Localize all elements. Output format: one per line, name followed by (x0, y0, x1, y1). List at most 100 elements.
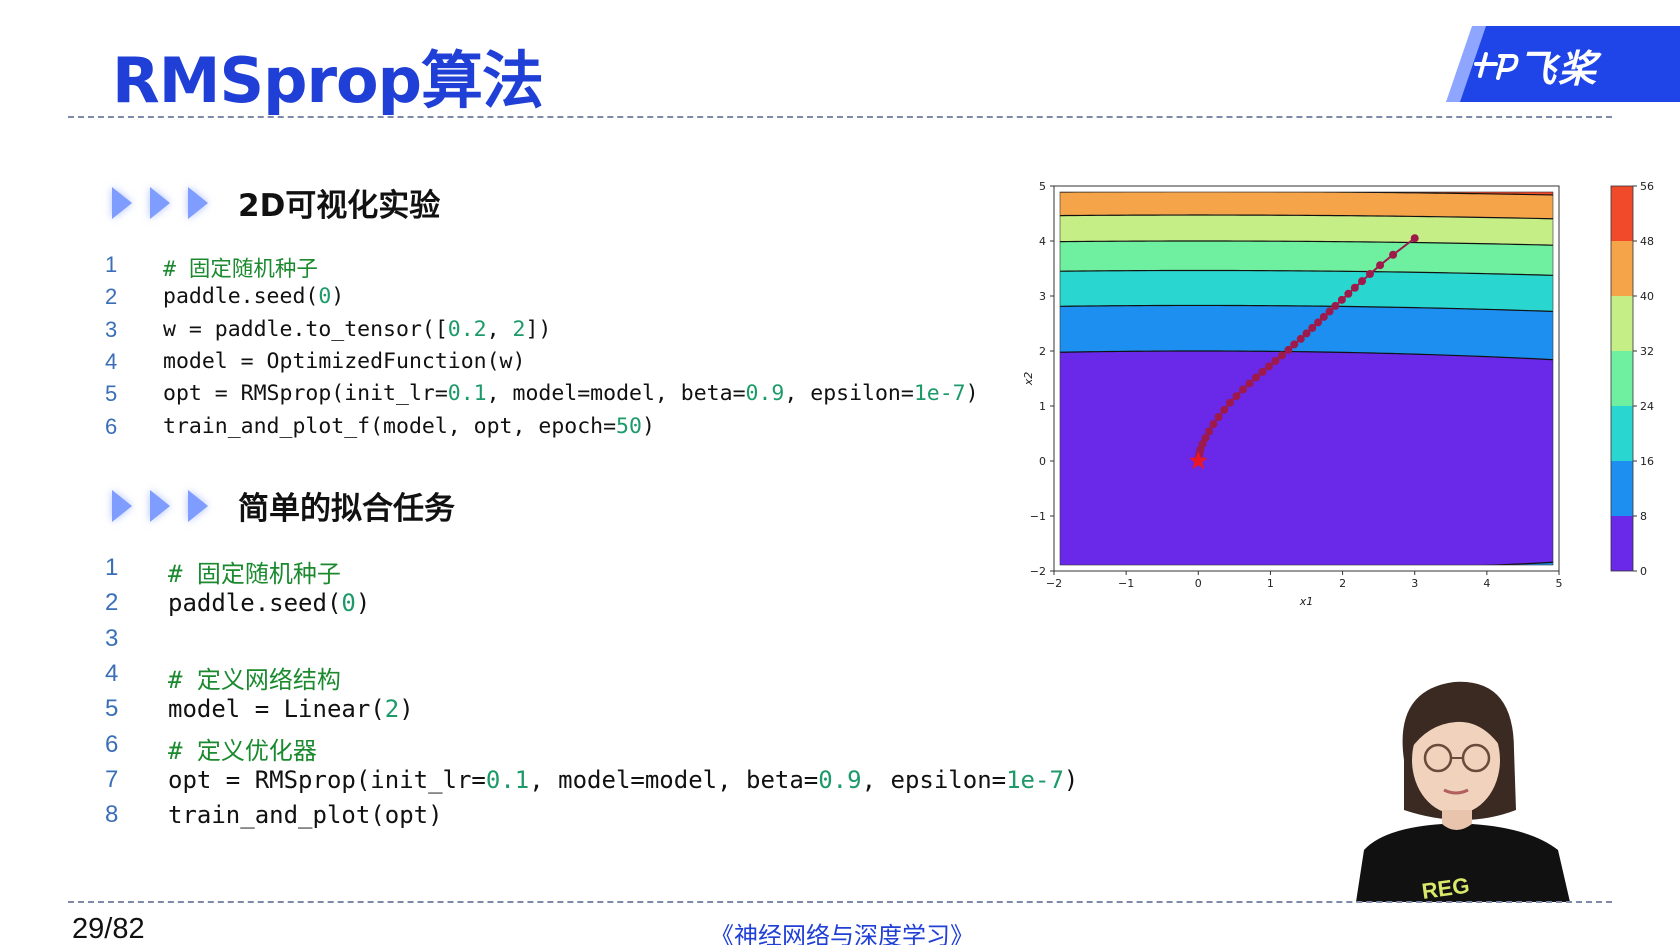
colorbar-band (1611, 351, 1633, 406)
x-axis-label: x1 (1299, 595, 1314, 608)
code-comment: # 定义优化器 (168, 736, 317, 765)
code-text: train_and_plot(opt) (168, 801, 443, 830)
trajectory-point (1277, 351, 1286, 360)
trajectory-point (1232, 392, 1241, 401)
code-text: w = paddle.to_tensor([ (163, 316, 448, 342)
line-number: 8 (105, 801, 119, 829)
paddle-logo: 飞桨 (1446, 26, 1680, 102)
x-tick-label: 2 (1339, 577, 1346, 590)
y-axis-label: x2 (1022, 372, 1035, 387)
trajectory-point (1271, 356, 1280, 365)
code-line: paddle.seed(0) (168, 589, 370, 617)
code-number: 2 (512, 316, 526, 342)
code-text: ) (331, 284, 345, 310)
code-line: model = OptimizedFunction(w) (163, 349, 525, 374)
code-text: , epsilon= (861, 765, 1007, 794)
trajectory-point (1314, 318, 1323, 327)
colorbar-tick-label: 40 (1640, 290, 1654, 303)
chart-svg: −2 −1 0 1 2 3 4 5 −2 −1 0 1 2 3 4 5 x1 x2 0 8 16 24 32 40 48 56 (1022, 180, 1654, 608)
code-line: # 定义优化器 (168, 731, 317, 766)
line-number: 4 (105, 659, 119, 687)
code-number: 0.1 (447, 381, 487, 407)
code-number: 0 (318, 284, 332, 310)
code-comment: # 固定随机种子 (163, 257, 318, 282)
code-text: ) (355, 589, 371, 618)
contour-band (1060, 350, 1553, 565)
code-text: opt = RMSprop(init_lr= (168, 765, 486, 794)
section-2d-visualization: 2D可视化实验 (112, 180, 440, 225)
section-title: 2D可视化实验 (238, 188, 441, 224)
code-line: opt = RMSprop(init_lr=0.1, model=model, … (168, 766, 1078, 794)
trajectory-point (1350, 283, 1359, 292)
code-line: # 固定随机种子 (163, 252, 318, 283)
code-number: 1e-7 (913, 381, 966, 407)
line-number: 5 (105, 695, 119, 723)
code-text: , model=model, beta= (486, 381, 746, 407)
trajectory-point (1308, 323, 1317, 332)
colorbar-tick-label: 16 (1640, 455, 1654, 468)
section-arrows-icon (112, 489, 222, 522)
x-tick-label: −1 (1118, 577, 1134, 590)
trajectory-point (1252, 373, 1260, 382)
code-line: opt = RMSprop(init_lr=0.1, model=model, … (163, 381, 979, 406)
colorbar-band (1611, 241, 1633, 296)
contour-chart: −2 −1 0 1 2 3 4 5 −2 −1 0 1 2 3 4 5 x1 x2 0 8 16 24 32 40 48 56 (1005, 172, 1654, 612)
section-title: 简单的拟合任务 (238, 491, 455, 527)
trajectory-point (1296, 334, 1305, 343)
line-number: 1 (105, 554, 119, 581)
x-tick-label: 5 (1556, 577, 1563, 590)
code-number: 0.1 (485, 765, 530, 794)
x-tick-label: 1 (1267, 577, 1274, 590)
x-tick-label: −2 (1046, 577, 1062, 590)
y-tick-label: 0 (1039, 455, 1046, 468)
trajectory-point (1214, 413, 1223, 421)
y-tick-label: 4 (1039, 235, 1046, 248)
trajectory-point (1410, 234, 1419, 243)
colorbar-tick-label: 48 (1640, 235, 1654, 248)
colorbar-band (1611, 296, 1633, 351)
trajectory-point (1358, 277, 1367, 286)
top-divider (68, 116, 1612, 118)
colorbar-tick-label: 32 (1640, 345, 1654, 358)
trajectory-point (1239, 385, 1248, 394)
code-text: model = Linear( (168, 695, 385, 724)
trajectory-point (1389, 250, 1398, 259)
x-tick-label: 0 (1195, 577, 1202, 590)
trajectory-point (1325, 307, 1334, 316)
line-number: 3 (105, 624, 119, 652)
colorbar-band (1611, 516, 1633, 571)
trajectory-point (1365, 270, 1374, 278)
bottom-divider (68, 901, 1612, 903)
code-text: ) (399, 695, 414, 724)
code-text: , model=model, beta= (529, 765, 819, 794)
code-line: train_and_plot_f(model, opt, epoch=50) (163, 414, 655, 439)
section-simple-fitting: 简单的拟合任务 (112, 483, 455, 528)
colorbar-tick-label: 0 (1640, 565, 1647, 578)
code-text: ) (1063, 765, 1079, 794)
y-tick-label: 3 (1039, 290, 1046, 303)
code-comment: # 定义网络结构 (168, 665, 341, 694)
y-tick-label: 1 (1039, 400, 1046, 413)
trajectory-point (1264, 362, 1273, 371)
y-tick-label: 5 (1039, 180, 1046, 193)
trajectory-point (1290, 340, 1299, 349)
line-number: 2 (105, 589, 119, 617)
code-number: 0.2 (447, 316, 487, 342)
colorbar-tick-label: 8 (1640, 510, 1647, 523)
colorbar-tick-label: 24 (1640, 400, 1654, 413)
trajectory-point (1302, 329, 1311, 338)
trajectory-point (1376, 261, 1385, 270)
section-arrows-icon (112, 186, 222, 219)
line-number: 5 (105, 381, 118, 407)
code-number: 2 (384, 695, 400, 724)
line-number: 6 (105, 413, 118, 439)
y-tick-label: 2 (1039, 345, 1046, 358)
code-number: 50 (616, 413, 642, 439)
line-number: 7 (105, 765, 119, 793)
colorbar-band (1611, 406, 1633, 461)
x-tick-label: 3 (1411, 577, 1418, 590)
line-number: 6 (105, 730, 119, 758)
code-comment: # 固定随机种子 (168, 560, 341, 588)
y-tick-label: −2 (1030, 565, 1046, 578)
colorbar-tick-label: 56 (1640, 180, 1654, 193)
